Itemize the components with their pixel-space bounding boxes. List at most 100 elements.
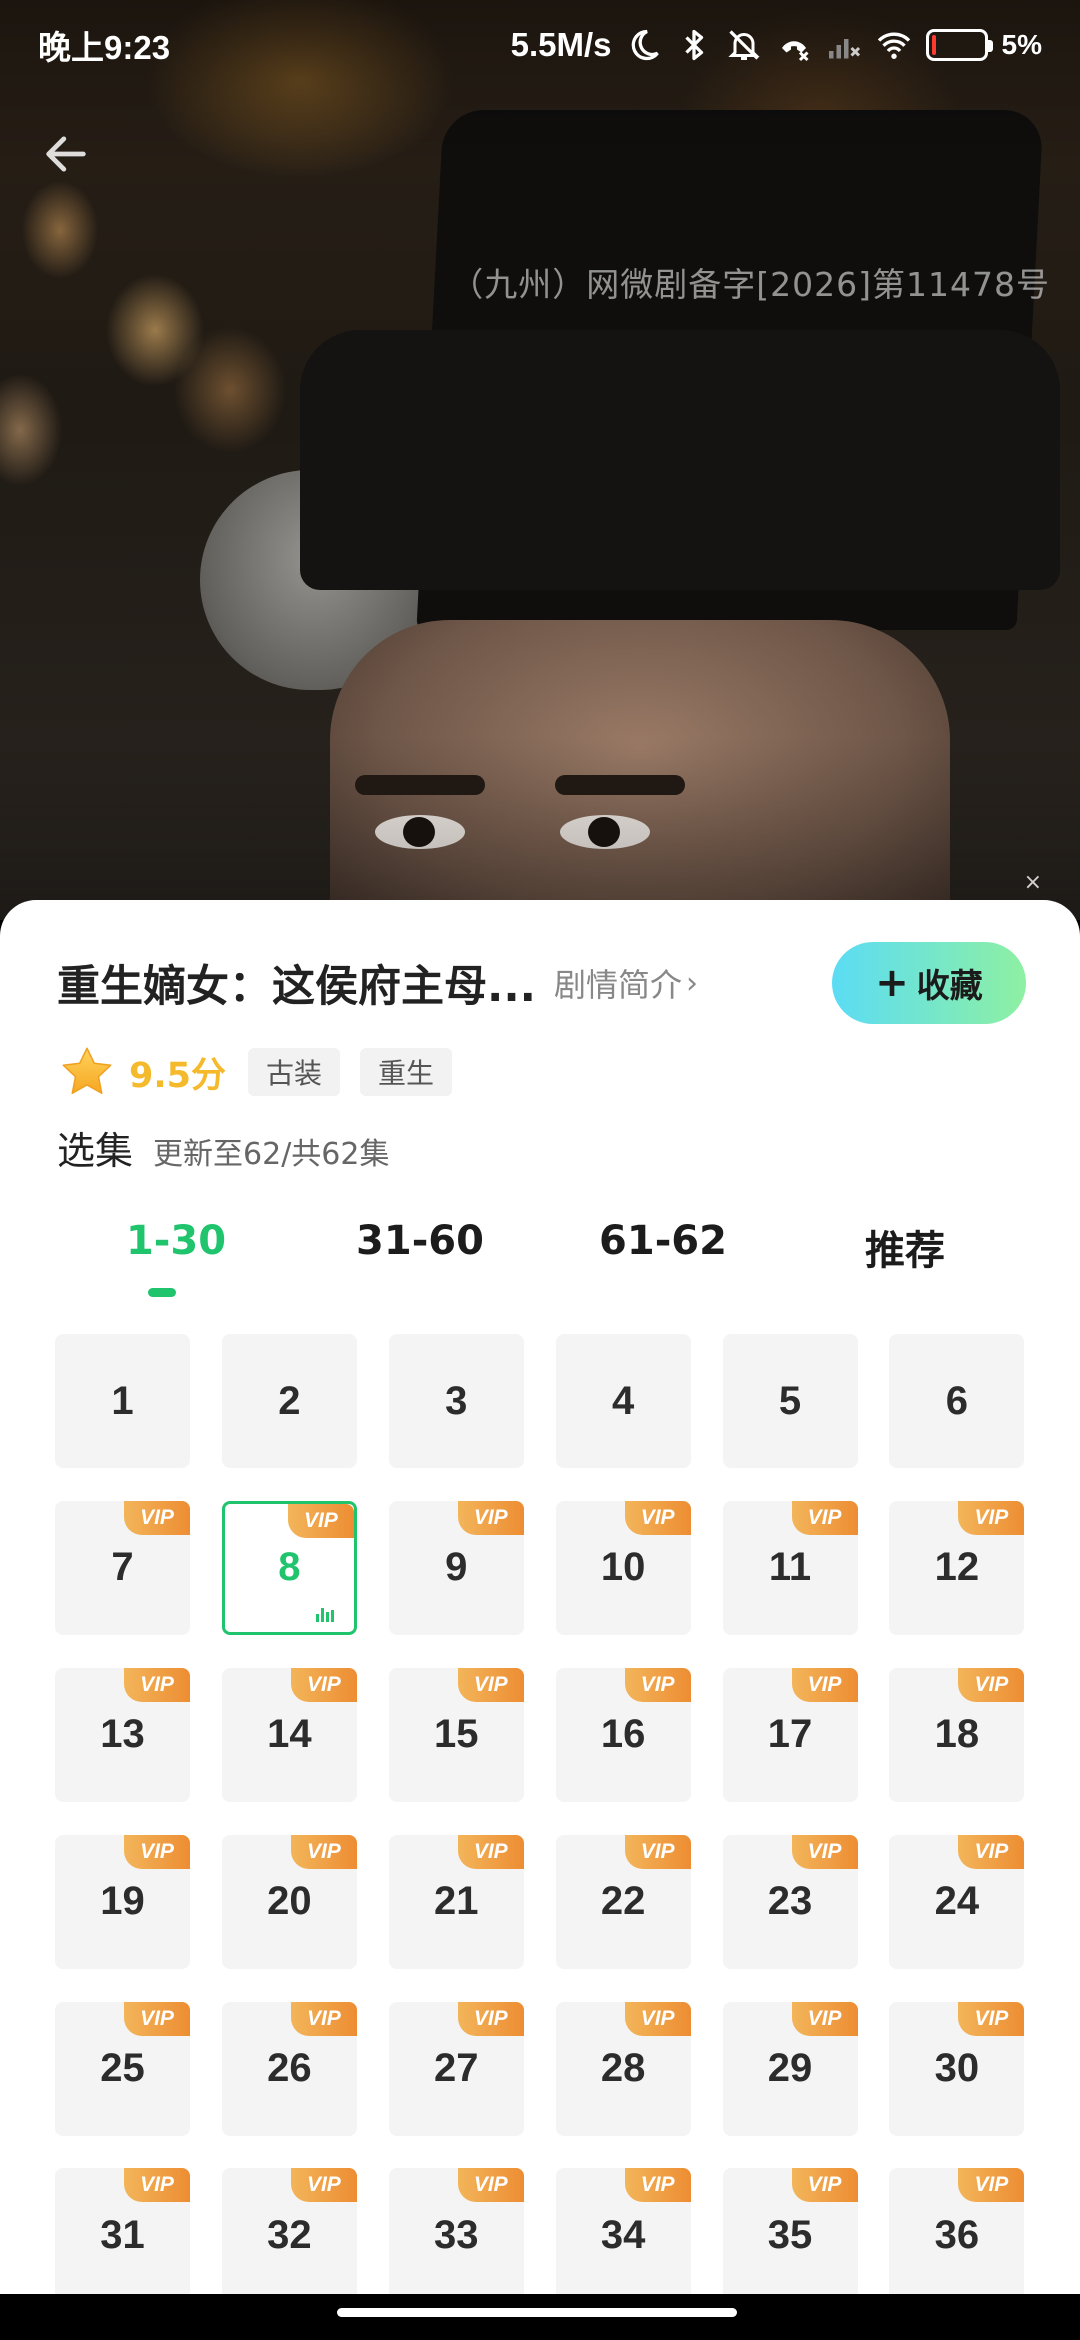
episode-number: 5 <box>778 1378 802 1423</box>
episode-number: 20 <box>267 1879 312 1924</box>
episode-number: 36 <box>934 2212 980 2257</box>
episode-number: 6 <box>945 1378 969 1423</box>
episode-number: 13 <box>100 1712 145 1757</box>
tab-label: 31-60 <box>356 1218 484 1264</box>
vip-badge: VIP <box>791 1500 858 1535</box>
episode-cell[interactable]: 11 VIP <box>722 1500 858 1635</box>
episode-number: 23 <box>767 1879 813 1924</box>
episode-number: 9 <box>445 1545 468 1590</box>
episode-cell[interactable]: 7 VIP <box>55 1500 190 1635</box>
episode-cell[interactable]: 21 VIP <box>388 1834 524 1969</box>
episode-cell[interactable]: 26 VIP <box>221 2001 357 2136</box>
arrow-left-icon[interactable] <box>40 128 92 180</box>
episode-cell[interactable]: 25 VIP <box>55 2001 190 2136</box>
episode-number: 7 <box>111 1545 134 1590</box>
episode-number: 11 <box>768 1545 812 1590</box>
episode-cell[interactable]: 6 <box>889 1334 1025 1468</box>
tab-recommend[interactable]: 推荐 <box>805 1218 1005 1276</box>
vip-badge: VIP <box>457 2168 524 2203</box>
vip-badge: VIP <box>457 2001 524 2036</box>
episode-cell[interactable]: 29 VIP <box>722 2001 858 2136</box>
vip-badge: VIP <box>624 1834 691 1869</box>
episode-cell[interactable]: 24 VIP <box>889 1834 1025 1969</box>
navigation-bar <box>0 2294 1080 2340</box>
vip-badge: VIP <box>124 1500 190 1535</box>
episode-cell[interactable]: 5 <box>722 1334 858 1468</box>
vip-badge: VIP <box>290 1667 357 1702</box>
episode-number: 30 <box>934 2046 980 2091</box>
vip-badge: VIP <box>624 1667 691 1702</box>
now-playing-icon <box>315 1606 338 1622</box>
close-icon[interactable]: × <box>1024 870 1042 895</box>
vip-badge: VIP <box>791 1834 858 1869</box>
episode-cell[interactable]: 36 VIP <box>889 2168 1025 2294</box>
wifi-icon <box>877 32 910 59</box>
episode-cell[interactable]: 4 <box>555 1334 691 1468</box>
tab-label: 61-62 <box>599 1218 727 1264</box>
episode-cell[interactable]: 28 VIP <box>555 2001 691 2136</box>
episode-cell[interactable]: 16 VIP <box>555 1667 691 1802</box>
episode-cell[interactable]: 34 VIP <box>555 2168 691 2294</box>
episode-number: 18 <box>934 1712 980 1757</box>
plus-icon: + <box>875 960 909 1006</box>
battery-level <box>931 35 936 55</box>
episode-cell[interactable]: 23 VIP <box>722 1834 858 1969</box>
drama-meta: 9.5分 古装 重生 <box>57 1042 453 1102</box>
episode-cell-selected[interactable]: 8 VIP <box>221 1500 357 1635</box>
episode-cell[interactable]: 33 VIP <box>388 2168 524 2294</box>
video-vignette <box>0 0 1080 920</box>
vip-badge: VIP <box>124 2168 190 2203</box>
tab-range-1-30[interactable]: 1-30 <box>76 1218 276 1297</box>
episode-number: 26 <box>267 2046 312 2091</box>
battery-icon <box>925 29 993 61</box>
episode-cell[interactable]: 3 <box>388 1334 524 1468</box>
vip-badge: VIP <box>124 2001 190 2036</box>
episode-cell[interactable]: 12 VIP <box>889 1500 1025 1635</box>
episode-number: 27 <box>434 2046 479 2091</box>
vip-badge: VIP <box>457 1834 524 1869</box>
episode-cell[interactable]: 15 VIP <box>388 1667 524 1802</box>
episode-cell[interactable]: 30 VIP <box>889 2001 1025 2136</box>
home-indicator[interactable] <box>337 2308 737 2317</box>
collect-button[interactable]: + 收藏 <box>832 942 1026 1024</box>
vip-badge: VIP <box>124 1667 190 1702</box>
episode-section-header: 选集 更新至62/共62集 <box>57 1120 389 1175</box>
moon-icon <box>631 29 659 61</box>
drama-title: 重生嫡女：这侯府主母... <box>57 962 537 1012</box>
episode-cell[interactable]: 2 <box>221 1334 357 1468</box>
episode-cell[interactable]: 9 VIP <box>388 1500 524 1635</box>
episode-cell[interactable]: 22 VIP <box>555 1834 691 1969</box>
tab-label: 推荐 <box>865 1228 945 1274</box>
episode-cell[interactable]: 13 VIP <box>55 1667 190 1802</box>
vip-badge: VIP <box>958 2168 1025 2203</box>
episode-cell[interactable]: 35 VIP <box>722 2168 858 2294</box>
episode-number: 15 <box>434 1712 479 1757</box>
video-player[interactable] <box>0 0 1080 940</box>
episode-cell[interactable]: 32 VIP <box>221 2168 357 2294</box>
tab-range-61-62[interactable]: 61-62 <box>563 1218 763 1264</box>
episode-cell[interactable]: 18 VIP <box>889 1667 1025 1802</box>
episode-number: 16 <box>600 1712 646 1757</box>
episode-number: 3 <box>445 1378 468 1423</box>
episode-number: 35 <box>767 2212 813 2257</box>
episode-cell[interactable]: 20 VIP <box>221 1834 357 1969</box>
episode-cell[interactable]: 27 VIP <box>388 2001 524 2136</box>
episode-cell[interactable]: 17 VIP <box>722 1667 858 1802</box>
network-speed: 5.5M/s <box>510 26 612 63</box>
genre-tag: 古装 <box>248 1048 341 1096</box>
episode-number: 1 <box>111 1378 134 1423</box>
episode-cell[interactable]: 1 <box>55 1334 190 1468</box>
rating-score: 9.5分 <box>129 1055 227 1096</box>
episode-number: 2 <box>278 1378 301 1423</box>
episode-number: 8 <box>278 1545 301 1590</box>
episode-cell[interactable]: 10 VIP <box>555 1500 691 1635</box>
vip-badge: VIP <box>624 2168 691 2203</box>
episode-cell[interactable]: 19 VIP <box>55 1834 190 1969</box>
tab-range-31-60[interactable]: 31-60 <box>320 1218 520 1264</box>
episode-cell[interactable]: 14 VIP <box>221 1667 357 1802</box>
tab-label: 1-30 <box>125 1218 227 1264</box>
vip-badge: VIP <box>791 2001 858 2036</box>
synopsis-link[interactable]: 剧情简介 › <box>554 960 698 1006</box>
episode-cell[interactable]: 31 VIP <box>55 2168 190 2294</box>
status-icons: 5.5M/s 5% <box>511 26 1042 64</box>
